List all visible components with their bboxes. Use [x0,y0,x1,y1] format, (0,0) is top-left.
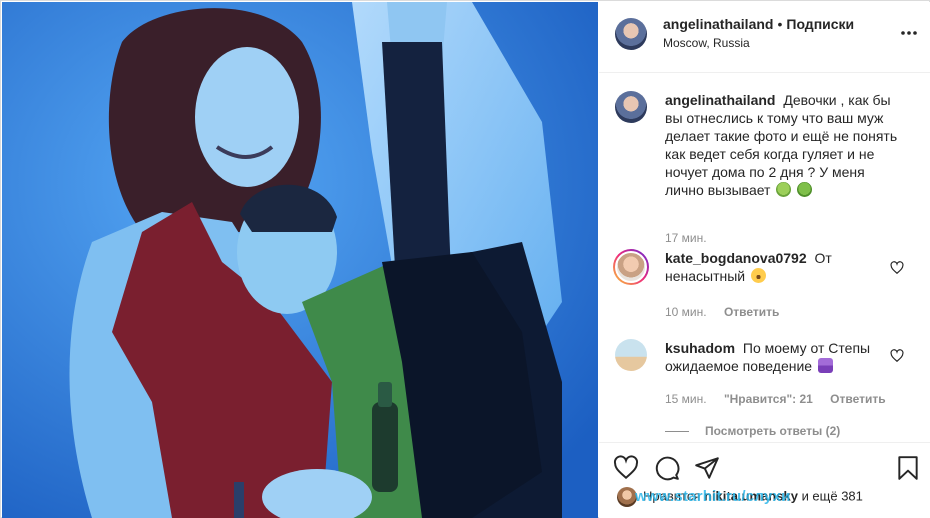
comment-avatar-photo [615,251,647,283]
share-icon[interactable] [694,455,720,481]
woman-gesturing-no-icon [817,358,833,373]
caption-username[interactable]: angelinathailand [665,92,775,108]
astonished-face-icon [751,268,767,283]
comment-text: ksuhadom По моему от Степы ожидаемое пов… [665,339,899,375]
liker-username[interactable]: nikita.umansky [704,488,798,503]
comment-username[interactable]: ksuhadom [665,340,735,356]
owner-username[interactable]: angelinathailand [663,16,773,32]
post-header: angelinathailand • Подписки Moscow, Russia [599,2,930,73]
post-sidebar: angelinathailand • Подписки Moscow, Russia… [599,2,930,518]
liker-avatar[interactable] [617,487,637,507]
comment-username[interactable]: kate_bogdanova0792 [665,250,807,266]
comment-time[interactable]: 10 мин. [665,305,707,319]
comment-item: ksuhadom По моему от Степы ожидаемое пов… [599,338,930,418]
header-dot: • [777,16,783,32]
comment-meta: 10 мин. Ответить [665,305,779,319]
comment-avatar[interactable] [615,339,647,371]
reply-button[interactable]: Ответить [830,392,885,406]
header-user-line: angelinathailand • Подписки [663,16,854,32]
post-photo[interactable] [2,2,598,518]
caption-time[interactable]: 17 мин. [665,231,707,245]
comment-avatar[interactable] [613,249,649,285]
comment-like-heart-icon[interactable] [890,261,904,275]
comment-text: kate_bogdanova0792 От ненасытный [665,249,899,285]
likes-rest[interactable]: и ещё 381 [802,488,863,503]
comments-list[interactable]: angelinathailand Девочки , как бы вы отн… [599,74,930,442]
likes-prefix: Нравится [643,488,701,504]
reply-button[interactable]: Ответить [724,305,779,319]
heart-icon[interactable] [613,455,639,481]
comment-time[interactable]: 15 мин. [665,392,707,406]
post-location[interactable]: Moscow, Russia [663,36,750,50]
comment-like-heart-icon[interactable] [890,349,904,363]
comment-item: kate_bogdanova0792 От ненасытный 10 мин.… [599,248,930,319]
view-replies-button[interactable]: Посмотреть ответы (2) [665,424,840,438]
party-photo-illustration [2,2,598,518]
owner-avatar[interactable] [615,18,647,50]
post-frame: angelinathailand • Подписки Moscow, Russia… [0,0,930,518]
action-bar [599,442,930,492]
comment-meta: 15 мин. "Нравится": 21 Ответить [665,392,886,406]
following-button[interactable]: Подписки [786,16,854,32]
more-icon[interactable] [899,23,919,43]
caption: angelinathailand Девочки , как бы вы отн… [599,90,930,245]
likes-summary: Нравится nikita.umansky и ещё 381 [617,487,863,509]
comment-likes[interactable]: "Нравится": 21 [724,392,813,406]
view-replies-label: Посмотреть ответы (2) [705,424,841,438]
vomiting-face-icon [797,182,813,197]
comment-icon[interactable] [654,455,680,481]
nauseated-face-icon [776,182,792,197]
caption-text: angelinathailand Девочки , как бы вы отн… [665,91,899,199]
caption-avatar[interactable] [615,91,647,123]
bookmark-icon[interactable] [895,455,921,481]
replies-divider [665,431,689,433]
